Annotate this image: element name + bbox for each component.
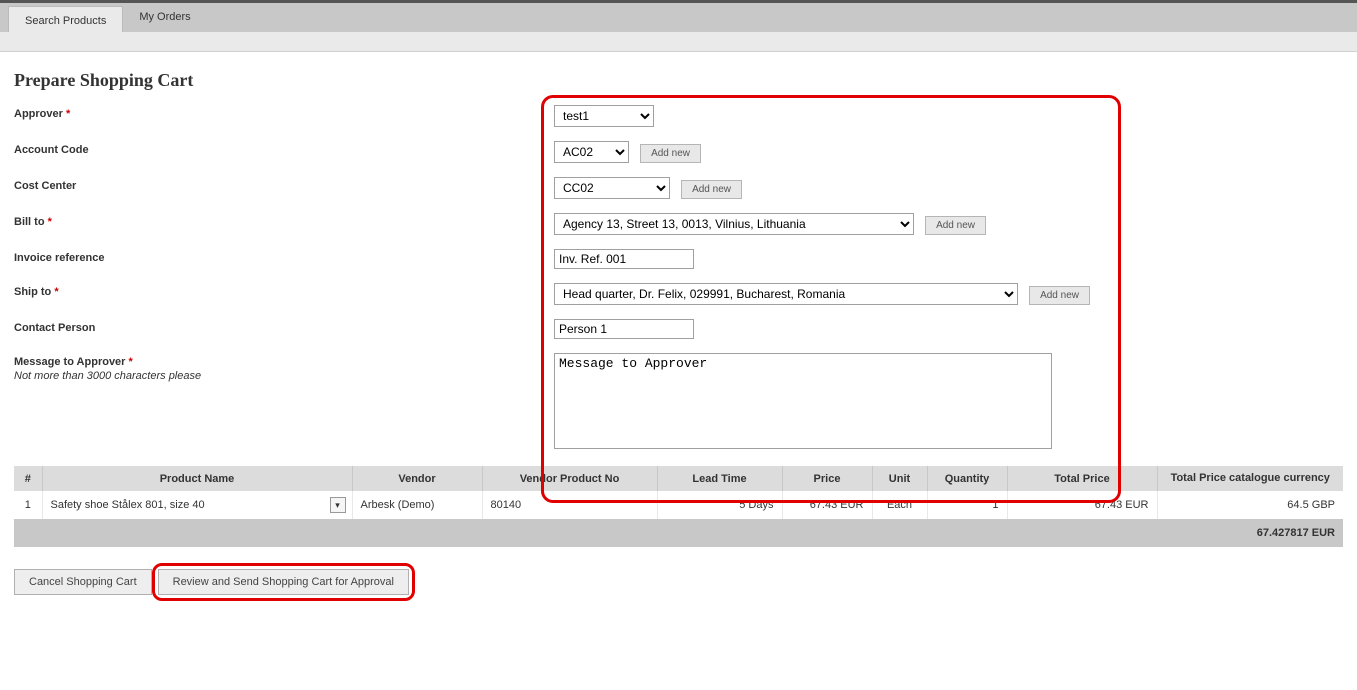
label-cost-center: Cost Center [14, 177, 554, 192]
invoice-ref-input[interactable] [554, 249, 694, 269]
page-title: Prepare Shopping Cart [14, 70, 1343, 91]
add-new-ship-to-button[interactable]: Add new [1029, 286, 1090, 305]
label-bill-to: Bill to * [14, 213, 554, 228]
th-vendor-prod-no: Vendor Product No [482, 466, 657, 491]
cancel-shopping-cart-button[interactable]: Cancel Shopping Cart [14, 569, 152, 595]
table-row: 1 Safety shoe Stålex 801, size 40 ▾ Arbe… [14, 491, 1343, 519]
th-vendor: Vendor [352, 466, 482, 491]
contact-person-input[interactable] [554, 319, 694, 339]
footer-buttons: Cancel Shopping Cart Review and Send Sho… [14, 569, 1343, 595]
add-new-cost-center-button[interactable]: Add new [681, 180, 742, 199]
label-ship-to: Ship to * [14, 283, 554, 298]
th-quantity: Quantity [927, 466, 1007, 491]
account-code-select[interactable]: AC02 [554, 141, 629, 163]
cell-total-price-cat: 64.5 GBP [1157, 491, 1343, 519]
add-new-bill-to-button[interactable]: Add new [925, 216, 986, 235]
cell-quantity: 1 [927, 491, 1007, 519]
label-message-hint: Not more than 3000 characters please [14, 370, 554, 382]
required-marker: * [66, 108, 70, 120]
label-message: Message to Approver * Not more than 3000… [14, 353, 554, 382]
form-area: Approver * test1 Account Code AC02 Add n… [14, 105, 1343, 452]
message-textarea[interactable]: Message to Approver [554, 353, 1052, 449]
review-send-button[interactable]: Review and Send Shopping Cart for Approv… [158, 569, 409, 595]
th-product-name: Product Name [42, 466, 352, 491]
tab-search-products[interactable]: Search Products [8, 6, 123, 32]
th-price: Price [782, 466, 872, 491]
top-tab-bar: Search Products My Orders [0, 0, 1357, 32]
cell-lead-time: 5 Days [657, 491, 782, 519]
th-unit: Unit [872, 466, 927, 491]
cell-vendor-prod-no: 80140 [482, 491, 657, 519]
th-lead-time: Lead Time [657, 466, 782, 491]
sub-bar [0, 32, 1357, 52]
annotation-highlight-review: Review and Send Shopping Cart for Approv… [158, 569, 409, 595]
cost-center-select[interactable]: CC02 [554, 177, 670, 199]
label-contact-person: Contact Person [14, 319, 554, 334]
table-totals-row: 67.427817 EUR [14, 519, 1343, 547]
cell-vendor: Arbesk (Demo) [352, 491, 482, 519]
tab-my-orders[interactable]: My Orders [123, 3, 206, 32]
cell-product-name: Safety shoe Stålex 801, size 40 ▾ [42, 491, 352, 519]
th-num: # [14, 466, 42, 491]
cell-price: 67.43 EUR [782, 491, 872, 519]
th-total-price-cat: Total Price catalogue currency [1157, 466, 1343, 491]
cell-total-price: 67.43 EUR [1007, 491, 1157, 519]
label-approver: Approver * [14, 105, 554, 120]
add-new-account-code-button[interactable]: Add new [640, 144, 701, 163]
cell-unit: Each [872, 491, 927, 519]
cell-num: 1 [14, 491, 42, 519]
approver-select[interactable]: test1 [554, 105, 654, 127]
label-invoice-ref: Invoice reference [14, 249, 554, 264]
bill-to-select[interactable]: Agency 13, Street 13, 0013, Vilnius, Lit… [554, 213, 914, 235]
label-account-code: Account Code [14, 141, 554, 156]
ship-to-select[interactable]: Head quarter, Dr. Felix, 029991, Buchare… [554, 283, 1018, 305]
table-header-row: # Product Name Vendor Vendor Product No … [14, 466, 1343, 491]
th-total-price: Total Price [1007, 466, 1157, 491]
required-marker: * [129, 356, 133, 368]
required-marker: * [48, 216, 52, 228]
grand-total: 67.427817 EUR [1157, 519, 1343, 547]
product-dropdown-icon[interactable]: ▾ [330, 497, 346, 513]
required-marker: * [54, 286, 58, 298]
cart-table: # Product Name Vendor Vendor Product No … [14, 466, 1343, 547]
